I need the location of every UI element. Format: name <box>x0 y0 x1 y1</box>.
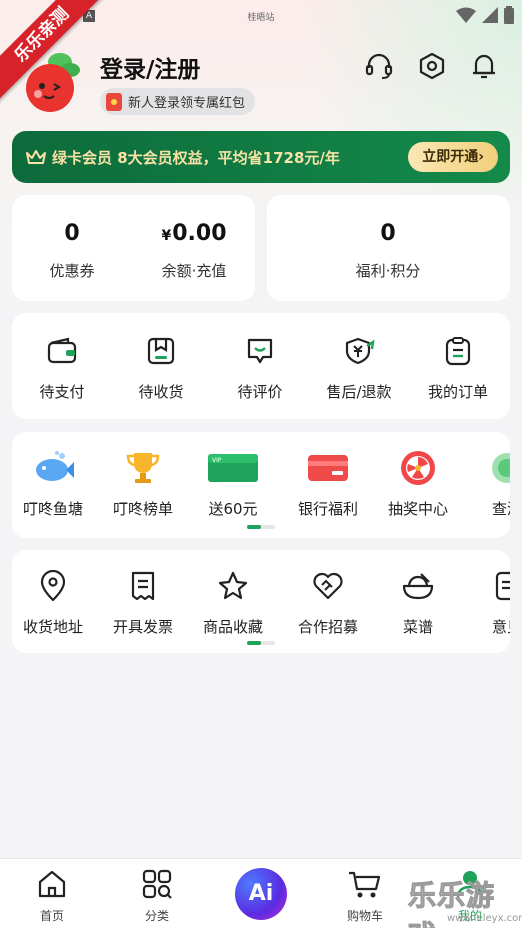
order-pending-payment[interactable]: 待支付 <box>12 331 112 402</box>
wallet-card: 0 优惠券 ¥0.00 余额·充值 <box>12 195 255 301</box>
points-stat[interactable]: 0 福利·积分 <box>328 221 448 281</box>
order-item-label: 售后/退款 <box>326 383 392 401</box>
location-icon <box>40 570 66 602</box>
service-label: 菜谱 <box>402 618 433 636</box>
coupons-stat[interactable]: 0 优惠券 <box>12 221 132 281</box>
order-pending-review[interactable]: 待评价 <box>210 331 310 402</box>
order-item-label: 待评价 <box>237 383 283 401</box>
bell-icon[interactable] <box>469 51 499 81</box>
wallet-icon <box>47 337 77 364</box>
star-icon <box>218 571 248 600</box>
comment-icon <box>247 338 273 364</box>
feature-check-add[interactable]: 查添 <box>462 448 510 519</box>
package-icon <box>147 337 175 365</box>
nav-home-label: 首页 <box>39 909 64 923</box>
feature-label: 叮咚鱼塘 <box>22 500 83 518</box>
green-circle-icon <box>492 453 510 483</box>
service-favorites[interactable]: 商品收藏 <box>188 566 278 637</box>
bank-card-icon <box>308 455 348 481</box>
service-shipping-address[interactable]: 收货地址 <box>12 566 98 637</box>
service-label: 合作招募 <box>297 618 358 636</box>
green-card-membership-banner[interactable]: 绿卡会员 8大会员权益，平均省1728元/年 立即开通› <box>12 131 510 183</box>
order-after-sales[interactable]: 售后/退款 <box>309 331 409 402</box>
trophy-icon <box>126 453 160 483</box>
services-card: 收货地址 开具发票 商品收藏 合作招募 菜谱 意见 <box>12 550 510 653</box>
balance-stat[interactable]: ¥0.00 余额·充值 <box>134 221 254 281</box>
handshake-icon <box>313 572 343 600</box>
feature-fish-pond[interactable]: 叮咚鱼塘 <box>12 448 98 519</box>
coupons-label: 优惠券 <box>49 262 95 280</box>
nav-cart[interactable]: 购物车 <box>330 869 400 924</box>
open-membership-button[interactable]: 立即开通› <box>408 142 498 172</box>
points-card: 0 福利·积分 <box>267 195 510 301</box>
feedback-icon <box>495 571 510 601</box>
balance-value: 0.00 <box>172 221 227 246</box>
bowl-icon <box>402 573 434 600</box>
nav-category-label: 分类 <box>144 909 169 923</box>
nav-home[interactable]: 首页 <box>17 869 87 924</box>
feature-label: 送60元 <box>208 500 258 518</box>
watermark-url: www.leleyx.com <box>447 913 522 924</box>
promo-text: 新人登录领专属红包 <box>128 96 246 111</box>
nav-category[interactable]: 分类 <box>122 869 192 924</box>
lottery-icon <box>401 451 435 485</box>
home-icon <box>38 870 66 898</box>
service-feedback[interactable]: 意见 <box>462 566 510 637</box>
nav-cart-label: 购物车 <box>346 909 383 923</box>
coupons-value: 0 <box>64 221 80 246</box>
points-value: 0 <box>380 221 396 246</box>
invoice-icon <box>131 571 155 601</box>
feature-lottery-center[interactable]: 抽奖中心 <box>373 448 463 519</box>
crown-icon <box>26 150 46 164</box>
membership-text: 绿卡会员 8大会员权益，平均省1728元/年 <box>52 148 340 167</box>
service-partnership[interactable]: 合作招募 <box>278 566 378 637</box>
order-pending-receipt[interactable]: 待收货 <box>111 331 211 402</box>
new-user-promo-pill[interactable]: 新人登录领专属红包 <box>100 88 256 115</box>
refund-icon <box>345 337 375 365</box>
feature-label: 银行福利 <box>297 500 358 518</box>
category-icon <box>142 869 172 899</box>
login-register-title[interactable]: 登录/注册 <box>100 50 200 84</box>
status-icons <box>456 6 514 24</box>
settings-hexagon-icon[interactable] <box>417 51 447 81</box>
red-packet-icon <box>106 92 122 111</box>
my-orders[interactable]: 我的订单 <box>408 331 508 402</box>
service-label: 开具发票 <box>112 618 173 636</box>
signal-icon <box>482 7 498 23</box>
service-label: 收货地址 <box>22 618 83 636</box>
feature-label: 抽奖中心 <box>387 500 448 518</box>
fish-icon <box>36 451 74 481</box>
order-item-label: 待收货 <box>138 383 184 401</box>
service-label: 商品收藏 <box>202 618 263 636</box>
feature-gift-60[interactable]: VIP 送60元 <box>188 448 278 519</box>
cart-icon <box>349 871 381 898</box>
feature-label: 查添 <box>491 500 510 518</box>
wifi-icon <box>456 7 476 23</box>
feature-label: 叮咚榜单 <box>112 500 173 518</box>
order-item-label: 待支付 <box>39 383 85 401</box>
clipboard-icon <box>445 337 471 366</box>
vip-card-icon: VIP <box>208 454 258 482</box>
battery-icon <box>504 6 514 24</box>
features-card: 叮咚鱼塘 叮咚榜单 VIP 送60元 银行福利 抽奖中心 查添 <box>12 432 510 538</box>
services-pager <box>247 641 275 645</box>
balance-label: 余额·充值 <box>161 262 227 280</box>
currency-symbol: ¥ <box>161 228 172 244</box>
svg-text:VIP: VIP <box>212 457 222 464</box>
service-invoice[interactable]: 开具发票 <box>98 566 188 637</box>
orders-card: 待支付 待收货 待评价 售后/退款 我的订单 <box>12 313 510 419</box>
order-item-label: 我的订单 <box>427 383 488 401</box>
ai-assistant-button[interactable]: Ai <box>235 868 287 920</box>
feature-bank-benefits[interactable]: 银行福利 <box>278 448 378 519</box>
service-recipes[interactable]: 菜谱 <box>373 566 463 637</box>
headset-icon[interactable] <box>364 51 394 81</box>
points-label: 福利·积分 <box>355 262 421 280</box>
feature-rankings[interactable]: 叮咚榜单 <box>98 448 188 519</box>
features-pager <box>247 525 275 529</box>
service-label: 意见 <box>491 618 510 636</box>
